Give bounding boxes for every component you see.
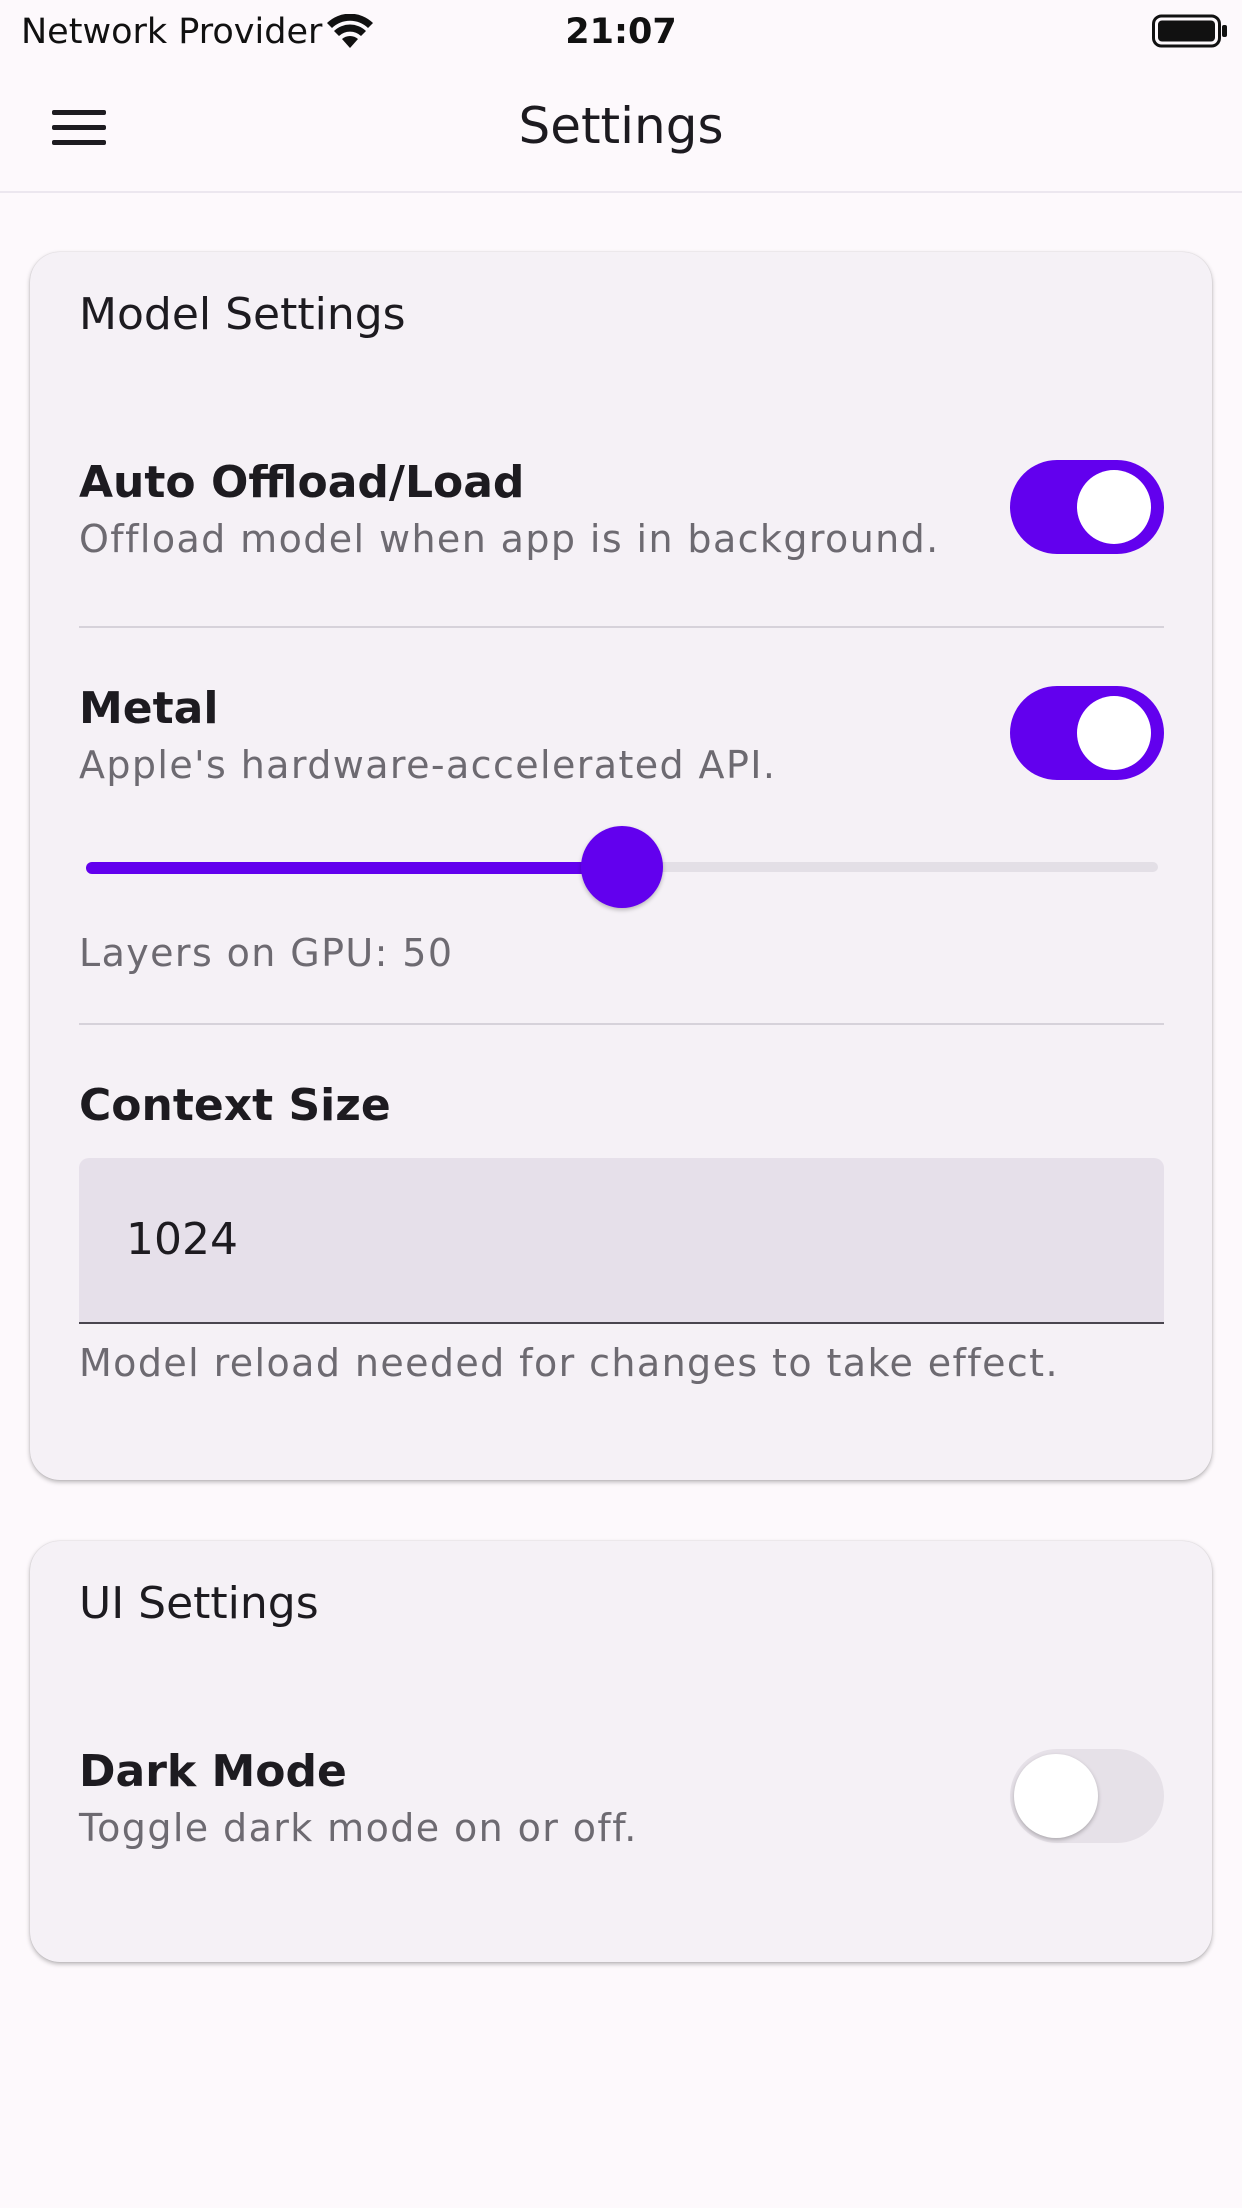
gpu-layers-caption: Layers on GPU: 50 bbox=[79, 931, 454, 975]
divider bbox=[79, 1023, 1164, 1025]
context-size-label: Context Size bbox=[79, 1080, 391, 1131]
model-settings-card: Model Settings Auto Offload/Load Offload… bbox=[30, 252, 1212, 1480]
clock-time: 21:07 bbox=[565, 12, 677, 52]
dark-mode-label: Dark Mode bbox=[79, 1746, 347, 1797]
gpu-layers-slider[interactable] bbox=[86, 822, 1158, 912]
switch-knob bbox=[1014, 1754, 1098, 1838]
metal-label: Metal bbox=[79, 683, 219, 734]
auto-offload-label: Auto Offload/Load bbox=[79, 457, 525, 508]
ui-settings-card: UI Settings Dark Mode Toggle dark mode o… bbox=[30, 1541, 1212, 1962]
card-title: UI Settings bbox=[79, 1578, 319, 1629]
metal-switch[interactable] bbox=[1010, 686, 1164, 780]
slider-fill bbox=[86, 862, 622, 874]
context-size-field[interactable] bbox=[79, 1158, 1164, 1324]
context-size-helper: Model reload needed for changes to take … bbox=[79, 1341, 1059, 1385]
app-bar: Settings bbox=[0, 64, 1242, 193]
battery-icon bbox=[1152, 14, 1227, 48]
slider-thumb[interactable] bbox=[581, 826, 663, 908]
switch-knob bbox=[1077, 696, 1151, 770]
page-title: Settings bbox=[518, 97, 724, 155]
auto-offload-switch[interactable] bbox=[1010, 460, 1164, 554]
status-bar: Network Provider 21:07 bbox=[0, 0, 1242, 64]
switch-knob bbox=[1077, 470, 1151, 544]
card-title: Model Settings bbox=[79, 289, 406, 340]
dark-mode-switch[interactable] bbox=[1010, 1749, 1164, 1843]
dark-mode-description: Toggle dark mode on or off. bbox=[79, 1806, 638, 1850]
divider bbox=[79, 626, 1164, 628]
context-size-input[interactable] bbox=[126, 1210, 1106, 1268]
auto-offload-description: Offload model when app is in background. bbox=[79, 517, 940, 561]
metal-description: Apple's hardware-accelerated API. bbox=[79, 743, 777, 787]
